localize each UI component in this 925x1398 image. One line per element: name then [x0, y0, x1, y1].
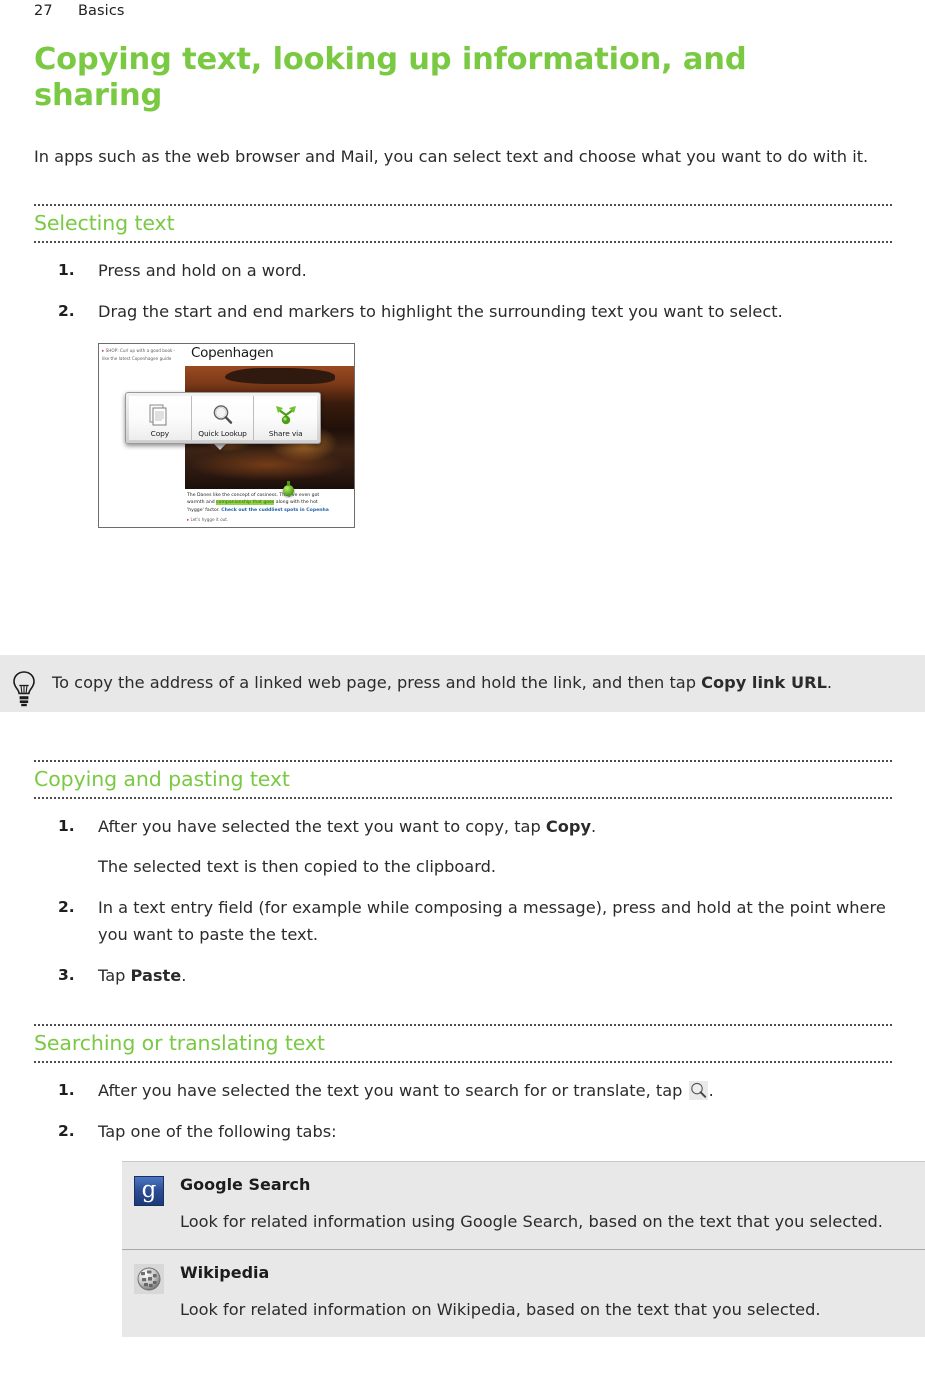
row-text-cell: Wikipedia Look for related information o…: [180, 1262, 925, 1323]
steps-list-searching-translating: After you have selected the text you wan…: [34, 1077, 892, 1145]
context-menu-pointer: [213, 443, 227, 450]
magnifier-icon: [211, 402, 235, 428]
footer-note-text: Let's hygge it out.: [190, 517, 229, 522]
section-searching-translating: Searching or translating text After you …: [34, 1024, 925, 1337]
section-selecting-text: Selecting text Press and hold on a word.…: [34, 204, 892, 528]
screenshot-page-title: Copenhagen: [191, 345, 274, 361]
section-heading-copying-pasting: Copying and pasting text: [34, 767, 290, 791]
section-copying-pasting: Copying and pasting text After you have …: [34, 760, 892, 1003]
highlighted-selection: companionship that goes: [216, 500, 275, 506]
phone-screenshot: ▸ SHOP: Curl up with a good book - like …: [98, 343, 355, 528]
page-content: Copying text, looking up information, an…: [34, 42, 892, 528]
tab-name-google-search: Google Search: [180, 1175, 311, 1194]
step-sub-note: The selected text is then copied to the …: [98, 857, 496, 876]
tab-description: Look for related information on Wikipedi…: [180, 1300, 821, 1319]
copy-pages-icon: [148, 402, 172, 428]
screenshot-article-text: The Danes like the concept of cosiness. …: [187, 492, 354, 514]
context-menu-label: Quick Lookup: [198, 429, 247, 438]
step-text-after: .: [591, 817, 597, 836]
context-menu[interactable]: Copy Quick Lookup Share via: [125, 392, 321, 444]
tip-bold-command: Copy link URL: [701, 673, 827, 692]
step-text: Drag the start and end markers to highli…: [98, 302, 783, 321]
tip-text: To copy the address of a linked web page…: [52, 669, 885, 696]
sidebar-blurb-text: SHOP: Curl up with a good book - like th…: [102, 348, 176, 361]
article-link: Check out the cuddliest spots in Copenha: [221, 507, 329, 513]
photo-rock-shape: [225, 368, 335, 384]
tip-callout: To copy the address of a linked web page…: [0, 655, 925, 712]
step-bold-command: Copy: [545, 817, 592, 836]
step-text: In a text entry field (for example while…: [98, 898, 886, 944]
bullet-marker: ▸: [102, 349, 105, 354]
selection-handle-start[interactable]: [283, 481, 294, 496]
row-text-cell: Google Search Look for related informati…: [180, 1174, 925, 1235]
section-heading-selecting-text: Selecting text: [34, 211, 175, 235]
article-line-3a: 'hygge' factor.: [187, 507, 222, 513]
divider-bottom: [34, 797, 892, 799]
article-line-2b: along with the hot: [274, 500, 318, 506]
page-number: 27: [34, 3, 53, 19]
tab-description: Look for related information using Googl…: [180, 1212, 883, 1231]
intro-paragraph: In apps such as the web browser and Mail…: [34, 147, 869, 166]
step-text-before: After you have selected the text you wan…: [98, 817, 546, 836]
steps-list-selecting-text: Press and hold on a word. Drag the start…: [34, 257, 892, 325]
tabs-reference-table: g Google Search Look for related informa…: [122, 1161, 925, 1337]
step-text-after: .: [708, 1081, 714, 1100]
tip-text-after: .: [826, 673, 833, 692]
wikipedia-globe-icon: [134, 1264, 164, 1294]
handle-stem: [287, 481, 290, 486]
context-menu-label: Share via: [268, 429, 303, 438]
table-row[interactable]: g Google Search Look for related informa…: [122, 1162, 925, 1250]
photo-glow: [193, 450, 343, 480]
step-text: Press and hold on a word.: [98, 261, 307, 280]
article-line-1: The Danes like the concept of cosiness. …: [187, 493, 320, 498]
tip-text-before: To copy the address of a linked web page…: [52, 673, 702, 692]
table-row[interactable]: Wikipedia Look for related information o…: [122, 1250, 925, 1337]
context-menu-item-copy[interactable]: Copy: [129, 396, 192, 440]
list-item: Press and hold on a word.: [34, 257, 892, 284]
section-heading-searching-translating: Searching or translating text: [34, 1031, 325, 1055]
step-bold-command: Paste: [130, 966, 182, 985]
tab-name-wikipedia: Wikipedia: [180, 1263, 270, 1282]
list-item: In a text entry field (for example while…: [34, 894, 892, 948]
context-menu-item-share-via[interactable]: Share via: [254, 396, 318, 440]
step-text-before: After you have selected the text you wan…: [98, 1081, 688, 1100]
list-item: Tap one of the following tabs:: [34, 1118, 892, 1145]
manual-page: 27 Basics Copying text, looking up infor…: [0, 0, 925, 1398]
running-header: 27 Basics: [34, 0, 125, 22]
magnifier-icon: [688, 1081, 708, 1100]
divider-bottom: [34, 1061, 892, 1063]
row-icon-cell: [134, 1262, 180, 1323]
step-text-after: .: [181, 966, 187, 985]
screenshot-sidebar-blurb: ▸ SHOP: Curl up with a good book - like …: [102, 348, 182, 362]
page-title: Copying text, looking up information, an…: [34, 42, 747, 113]
list-item: Tap Paste.: [34, 962, 892, 989]
row-icon-cell: g: [134, 1174, 180, 1235]
figure-screenshot-wrapper: ▸ SHOP: Curl up with a good book - like …: [98, 343, 892, 528]
context-menu-item-quick-lookup[interactable]: Quick Lookup: [191, 396, 255, 440]
header-section-name: Basics: [78, 3, 125, 19]
bullet-marker: ▸: [187, 517, 190, 522]
divider-bottom: [34, 241, 892, 243]
steps-list-copying-pasting: After you have selected the text you wan…: [34, 813, 892, 989]
share-arrows-icon: [274, 402, 298, 428]
article-line-2a: warmth and: [187, 500, 217, 506]
screenshot-footer-note: ▸ Let's hygge it out.: [187, 517, 228, 522]
lightbulb-icon: [10, 669, 38, 709]
step-text-before: Tap: [98, 966, 131, 985]
google-logo-icon: g: [134, 1176, 164, 1206]
list-item: After you have selected the text you wan…: [34, 1077, 892, 1104]
context-menu-label: Copy: [150, 429, 170, 438]
list-item: Drag the start and end markers to highli…: [34, 298, 892, 325]
step-text: Tap one of the following tabs:: [98, 1122, 337, 1141]
list-item: After you have selected the text you wan…: [34, 813, 892, 880]
